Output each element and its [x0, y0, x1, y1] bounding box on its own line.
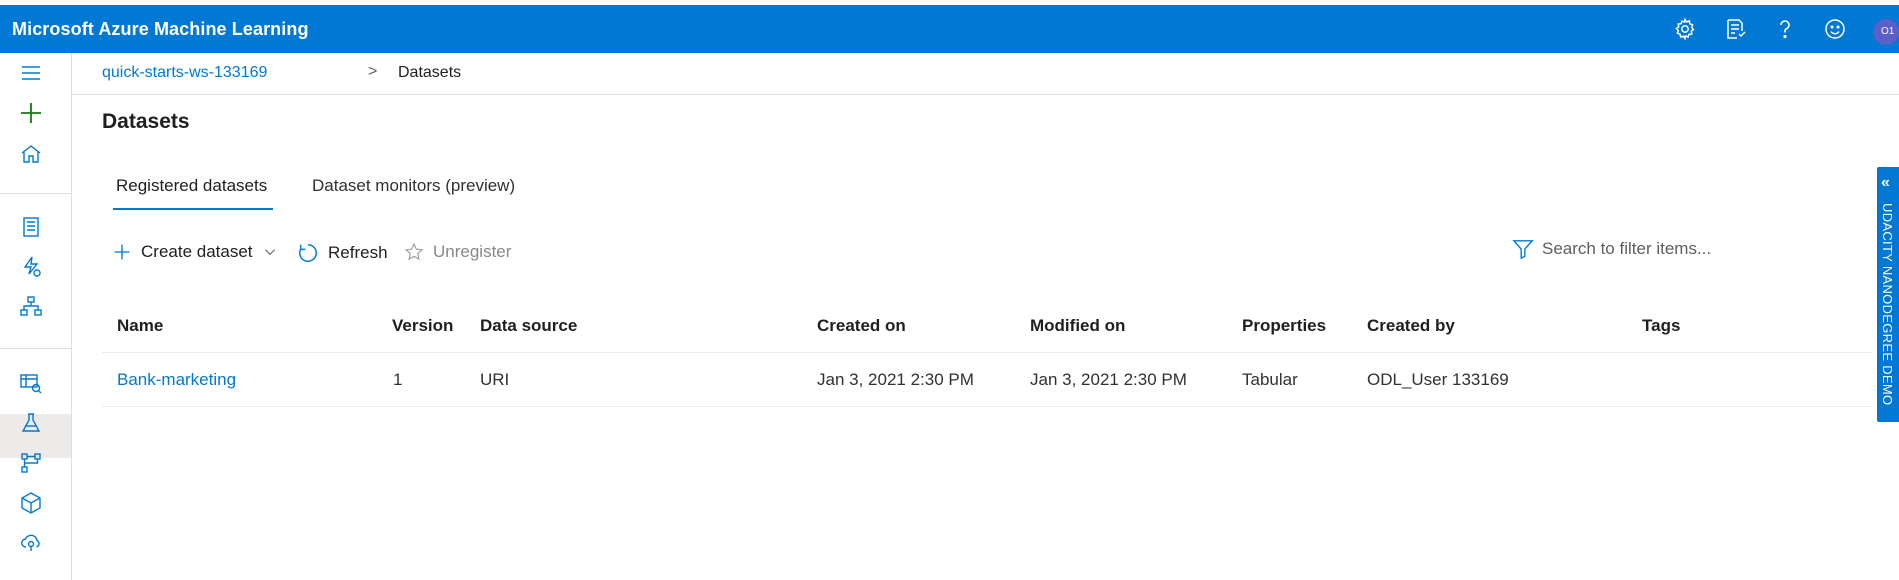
- plus-icon: [114, 244, 130, 260]
- tab-registered-datasets[interactable]: Registered datasets: [116, 176, 267, 196]
- cell-modified-on: Jan 3, 2021 2:30 PM: [1030, 370, 1187, 389]
- chevron-down-icon[interactable]: [263, 245, 277, 259]
- cell-properties: Tabular: [1242, 370, 1298, 389]
- refresh-label: Refresh: [328, 243, 388, 262]
- search-filter-input[interactable]: Search to filter items...: [1512, 238, 1711, 260]
- nav-divider: [0, 193, 71, 194]
- breadcrumb: quick-starts-ws-133169 > Datasets: [72, 53, 1899, 95]
- table-row-divider: [102, 406, 1872, 407]
- automl-icon[interactable]: [19, 255, 43, 279]
- column-header-name[interactable]: Name: [117, 316, 163, 336]
- search-placeholder: Search to filter items...: [1542, 239, 1712, 258]
- filter-icon: [1512, 240, 1534, 260]
- endpoints-icon[interactable]: [19, 530, 43, 554]
- dataset-name-link[interactable]: Bank-marketing: [117, 370, 236, 390]
- create-dataset-button[interactable]: Create dataset: [112, 242, 277, 262]
- pipelines-icon[interactable]: [19, 451, 43, 475]
- table-header-divider: [102, 352, 1872, 353]
- left-nav: [0, 53, 72, 580]
- cell-created-by: ODL_User 133169: [1367, 370, 1509, 389]
- datasets-icon[interactable]: [19, 371, 43, 395]
- feedback-icon[interactable]: [1723, 17, 1747, 41]
- column-header-version[interactable]: Version: [392, 316, 453, 336]
- smiley-icon[interactable]: [1823, 17, 1847, 41]
- cell-data-source: URI: [480, 370, 510, 389]
- create-dataset-label: Create dataset: [141, 242, 253, 261]
- refresh-icon: [299, 244, 317, 262]
- app-title[interactable]: Microsoft Azure Machine Learning: [12, 5, 309, 53]
- tab-active-indicator: [113, 208, 273, 210]
- gear-icon[interactable]: [1673, 17, 1697, 41]
- unregister-button[interactable]: Unregister: [404, 242, 511, 262]
- models-icon[interactable]: [19, 491, 43, 515]
- help-icon[interactable]: [1773, 17, 1797, 41]
- column-header-data-source[interactable]: Data source: [480, 316, 577, 336]
- breadcrumb-separator: >: [368, 63, 378, 80]
- side-panel-toggle[interactable]: « UDACITY NANODEGREE DEMO: [1877, 167, 1899, 422]
- column-header-tags[interactable]: Tags: [1642, 316, 1680, 336]
- breadcrumb-workspace-link[interactable]: quick-starts-ws-133169: [102, 64, 267, 82]
- double-chevron-left-icon: «: [1881, 174, 1890, 191]
- star-icon: [404, 242, 424, 261]
- cell-created-on: Jan 3, 2021 2:30 PM: [817, 370, 974, 389]
- cell-version: 1: [393, 370, 403, 389]
- menu-icon[interactable]: [19, 61, 43, 85]
- breadcrumb-current: Datasets: [398, 64, 462, 81]
- column-header-modified-on[interactable]: Modified on: [1030, 316, 1125, 336]
- column-header-properties[interactable]: Properties: [1242, 316, 1326, 336]
- experiments-icon[interactable]: [19, 411, 43, 435]
- column-header-created-on[interactable]: Created on: [817, 316, 906, 336]
- refresh-button[interactable]: Refresh: [297, 242, 388, 264]
- nav-divider: [0, 348, 71, 349]
- unregister-label: Unregister: [433, 242, 512, 261]
- page-title: Datasets: [102, 110, 190, 133]
- side-panel-label: UDACITY NANODEGREE DEMO: [1880, 203, 1895, 406]
- home-icon[interactable]: [19, 142, 43, 166]
- plus-icon[interactable]: [19, 101, 43, 125]
- designer-icon[interactable]: [19, 294, 43, 318]
- column-header-created-by[interactable]: Created by: [1367, 316, 1455, 336]
- app-header: Microsoft Azure Machine Learning O1: [0, 5, 1899, 53]
- avatar[interactable]: O1: [1873, 19, 1899, 45]
- notebook-icon[interactable]: [19, 215, 43, 239]
- tab-dataset-monitors[interactable]: Dataset monitors (preview): [312, 176, 515, 196]
